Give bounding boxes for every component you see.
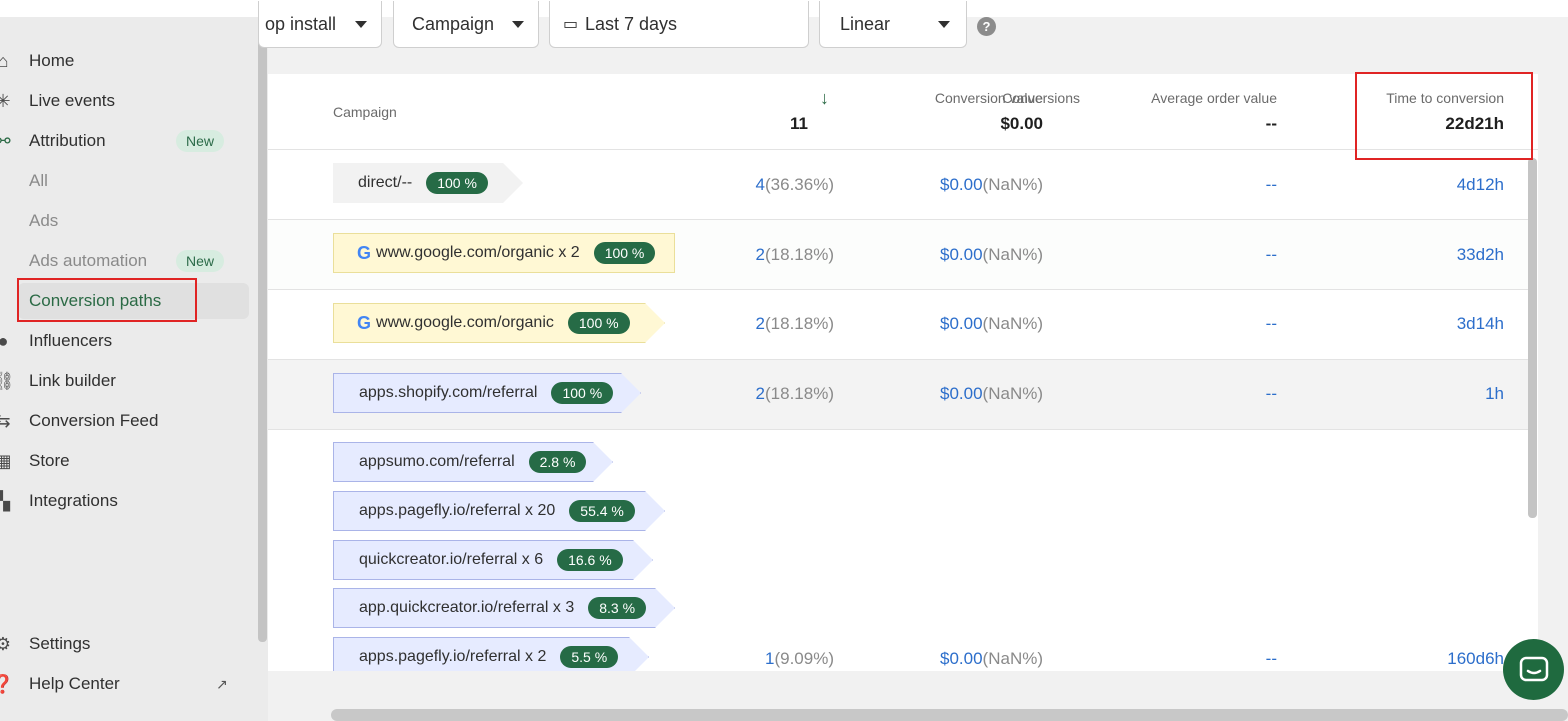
- path-chip[interactable]: apps.shopify.com/referral 100 %: [333, 373, 641, 413]
- table-header: Campaign Conversions ↓ 11 Conversion val…: [268, 74, 1538, 150]
- avg-order-value-cell: --: [1265, 175, 1277, 194]
- table-row[interactable]: appsumo.com/referral 2.8 % apps.pagefly.…: [268, 430, 1528, 671]
- avg-order-value-cell: --: [1265, 245, 1277, 264]
- share-badge: 100 %: [593, 242, 656, 264]
- sidebar-item-ads[interactable]: Ads: [0, 203, 250, 239]
- new-badge: New: [176, 250, 225, 272]
- sidebar-item-integrations[interactable]: ▚ Integrations: [0, 483, 250, 519]
- highlight-box: [1355, 72, 1533, 160]
- dimension-select[interactable]: Campaign: [393, 1, 539, 48]
- time-to-conversion-cell[interactable]: 160d6h: [1447, 649, 1504, 669]
- attribution-model-select[interactable]: Linear: [819, 1, 967, 48]
- date-range-picker[interactable]: ▭ Last 7 days: [549, 1, 809, 48]
- avg-order-value-cell: --: [1265, 384, 1277, 403]
- table-row[interactable]: apps.shopify.com/referral 100 %: [268, 360, 1528, 430]
- arrows-icon: ⇆: [0, 410, 11, 431]
- column-header-campaign[interactable]: Campaign: [333, 104, 397, 120]
- share-badge: 8.3 %: [588, 597, 646, 619]
- path-chip[interactable]: G www.google.com/organic 100 %: [333, 303, 665, 343]
- apps-icon: ▚: [0, 490, 10, 511]
- help-circle-icon: ❓: [0, 673, 15, 694]
- attribution-icon: ⚯: [0, 130, 11, 151]
- palette-icon: ●: [0, 330, 9, 351]
- avg-order-value-cell: --: [1265, 649, 1277, 668]
- conversion-value-cell[interactable]: $0.00(NaN%): [940, 384, 1043, 404]
- column-header-avg-order-value[interactable]: Average order value: [1077, 90, 1277, 106]
- sidebar-item-attribution[interactable]: ⚯ Attribution New: [0, 123, 250, 159]
- share-badge: 2.8 %: [529, 451, 587, 473]
- time-to-conversion-cell[interactable]: 3d14h: [1457, 314, 1504, 334]
- store-icon: ▦: [0, 450, 12, 471]
- table-row[interactable]: direct/-- 100 %: [268, 150, 1528, 220]
- help-icon[interactable]: ?: [977, 17, 996, 36]
- conversions-cell[interactable]: 2(18.18%): [756, 245, 834, 265]
- chevron-down-icon: [512, 20, 524, 28]
- new-badge: New: [176, 130, 225, 152]
- path-chip[interactable]: apps.pagefly.io/referral x 2 5.5 %: [333, 637, 649, 671]
- total-avg-order-value: --: [1265, 114, 1277, 133]
- chat-button[interactable]: [1503, 639, 1564, 700]
- path-chip[interactable]: quickcreator.io/referral x 6 16.6 %: [333, 540, 653, 580]
- chat-icon: [1519, 656, 1548, 681]
- home-icon: ⌂: [0, 50, 9, 71]
- horizontal-scrollbar[interactable]: [331, 709, 1568, 721]
- sidebar-item-conversion-feed[interactable]: ⇆ Conversion Feed: [0, 403, 250, 439]
- table-footer: [268, 671, 1568, 709]
- path-chip[interactable]: G www.google.com/organic x 2 100 %: [333, 233, 675, 273]
- time-to-conversion-cell[interactable]: 4d12h: [1457, 175, 1504, 195]
- conversion-paths-table: Campaign Conversions ↓ 11 Conversion val…: [268, 74, 1538, 671]
- path-chip[interactable]: direct/-- 100 %: [333, 163, 523, 203]
- conversion-value-cell[interactable]: $0.00(NaN%): [940, 314, 1043, 334]
- table-row[interactable]: G www.google.com/organic x 2 100 %: [268, 220, 1528, 290]
- sort-desc-icon[interactable]: ↓: [820, 88, 829, 109]
- time-to-conversion-cell[interactable]: 1h: [1485, 384, 1504, 404]
- highlight-box: [17, 278, 197, 322]
- time-to-conversion-cell[interactable]: 33d2h: [1457, 245, 1504, 265]
- sidebar-item-all[interactable]: All: [0, 163, 250, 199]
- link-icon: ⛓: [0, 370, 15, 391]
- chevron-down-icon: [938, 20, 950, 28]
- conversions-cell[interactable]: 2(18.18%): [756, 314, 834, 334]
- path-chip[interactable]: apps.pagefly.io/referral x 20 55.4 %: [333, 491, 665, 531]
- sidebar-item-help-center[interactable]: ❓ Help Center ↗: [0, 666, 250, 702]
- share-badge: 55.4 %: [569, 500, 635, 522]
- sidebar-item-settings[interactable]: ⚙ Settings: [0, 626, 250, 662]
- calendar-icon: ▭: [563, 16, 579, 33]
- share-badge: 100 %: [551, 382, 613, 404]
- table-scrollbar[interactable]: [1528, 158, 1537, 518]
- google-icon: G: [357, 242, 372, 263]
- conversion-value-cell[interactable]: $0.00(NaN%): [940, 175, 1043, 195]
- conversions-cell[interactable]: 2(18.18%): [756, 384, 834, 404]
- live-events-icon: ✳: [0, 90, 11, 111]
- total-conversion-value: $0.00: [1000, 114, 1043, 133]
- share-badge: 5.5 %: [560, 646, 618, 668]
- conversion-value-cell[interactable]: $0.00(NaN%): [940, 245, 1043, 265]
- google-icon: G: [357, 312, 372, 333]
- sidebar: ⌂ Home ✳ Live events ⚯ Attribution New A…: [0, 17, 268, 721]
- sidebar-item-ads-automation[interactable]: Ads automation New: [0, 243, 250, 279]
- gear-icon: ⚙: [0, 633, 12, 654]
- total-conversions: 11: [790, 114, 808, 133]
- sidebar-item-influencers[interactable]: ● Influencers: [0, 323, 250, 359]
- sidebar-item-store[interactable]: ▦ Store: [0, 443, 250, 479]
- sidebar-scrollbar[interactable]: [258, 17, 267, 642]
- conversions-cell[interactable]: 4(36.36%): [756, 175, 834, 195]
- chevron-down-icon: [355, 20, 367, 28]
- sidebar-item-link-builder[interactable]: ⛓ Link builder: [0, 363, 250, 399]
- share-badge: 100 %: [426, 172, 488, 194]
- conversion-value-cell[interactable]: $0.00(NaN%): [940, 649, 1043, 669]
- sidebar-item-live-events[interactable]: ✳ Live events: [0, 83, 250, 119]
- external-link-icon: ↗: [216, 675, 228, 692]
- sidebar-item-home[interactable]: ⌂ Home: [0, 43, 250, 79]
- path-chip[interactable]: appsumo.com/referral 2.8 %: [333, 442, 613, 482]
- share-badge: 16.6 %: [557, 549, 623, 571]
- column-header-conversion-value[interactable]: Conversion value: [843, 90, 1043, 106]
- conversions-cell[interactable]: 1(9.09%): [765, 649, 834, 669]
- share-badge: 100 %: [568, 312, 630, 334]
- avg-order-value-cell: --: [1265, 314, 1277, 333]
- path-chip[interactable]: app.quickcreator.io/referral x 3 8.3 %: [333, 588, 675, 628]
- table-row[interactable]: G www.google.com/organic 100 %: [268, 290, 1528, 360]
- event-select[interactable]: op install: [258, 1, 382, 48]
